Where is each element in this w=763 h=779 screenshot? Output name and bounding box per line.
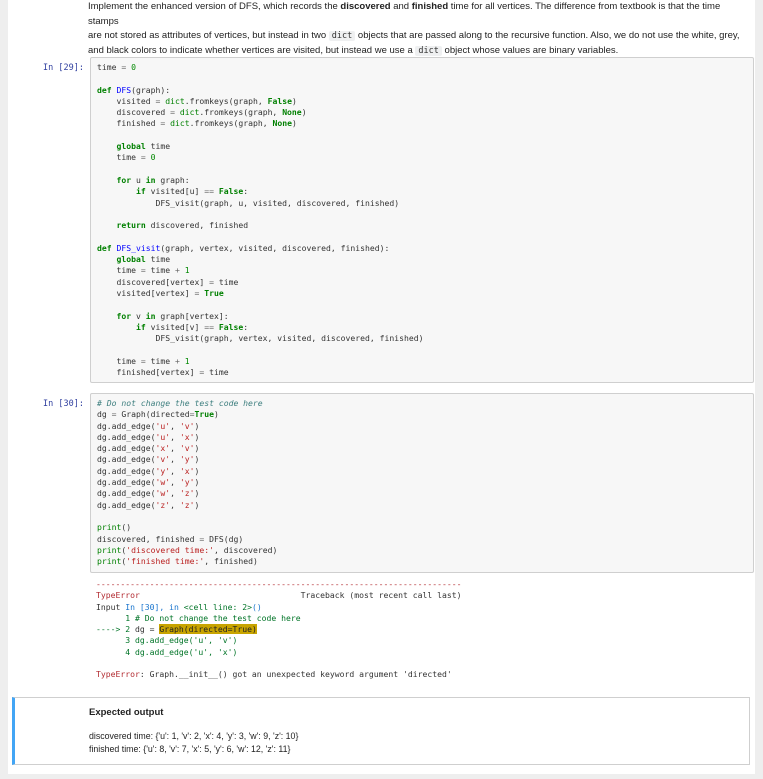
expected-discovered: discovered time: {'u': 1, 'v': 2, 'x': 4… <box>89 731 299 741</box>
intro-text: Implement the enhanced version of DFS, w… <box>88 0 748 58</box>
code-test[interactable]: # Do not change the test code here dg = … <box>91 394 753 571</box>
cell-prompt-30: In [30]: <box>43 399 84 409</box>
intro-line-1: Implement the enhanced version of DFS, w… <box>88 1 721 27</box>
expected-finished: finished time: {'u': 8, 'v': 7, 'x': 5, … <box>89 744 291 754</box>
error-message: : Graph.__init__() got an unexpected key… <box>139 669 452 680</box>
notebook-page: Implement the enhanced version of DFS, w… <box>8 0 755 774</box>
expected-output-box: Expected output discovered time: {'u': 1… <box>12 697 750 765</box>
traceback-output: ----------------------------------------… <box>96 579 462 680</box>
traceback-rule: ----------------------------------------… <box>96 579 462 589</box>
intro-line-3: and black colors to indicate whether ver… <box>88 44 619 56</box>
cell-prompt-29: In [29]: <box>43 63 84 73</box>
error-name: TypeError <box>96 590 140 601</box>
expected-output-title: Expected output <box>89 707 164 718</box>
error-highlight: Graph(directed=True) <box>159 624 257 635</box>
cell-line-link[interactable]: <cell line: 2> <box>184 602 252 612</box>
code-dfs[interactable]: time = 0 def DFS(graph): visited = dict.… <box>91 58 753 382</box>
intro-line-2: are not stored as attributes of vertices… <box>88 30 740 41</box>
code-cell-test[interactable]: # Do not change the test code here dg = … <box>90 393 754 573</box>
traceback-label: Traceback (most recent call last) <box>300 590 462 601</box>
code-cell-dfs[interactable]: time = 0 def DFS(graph): visited = dict.… <box>90 57 754 383</box>
